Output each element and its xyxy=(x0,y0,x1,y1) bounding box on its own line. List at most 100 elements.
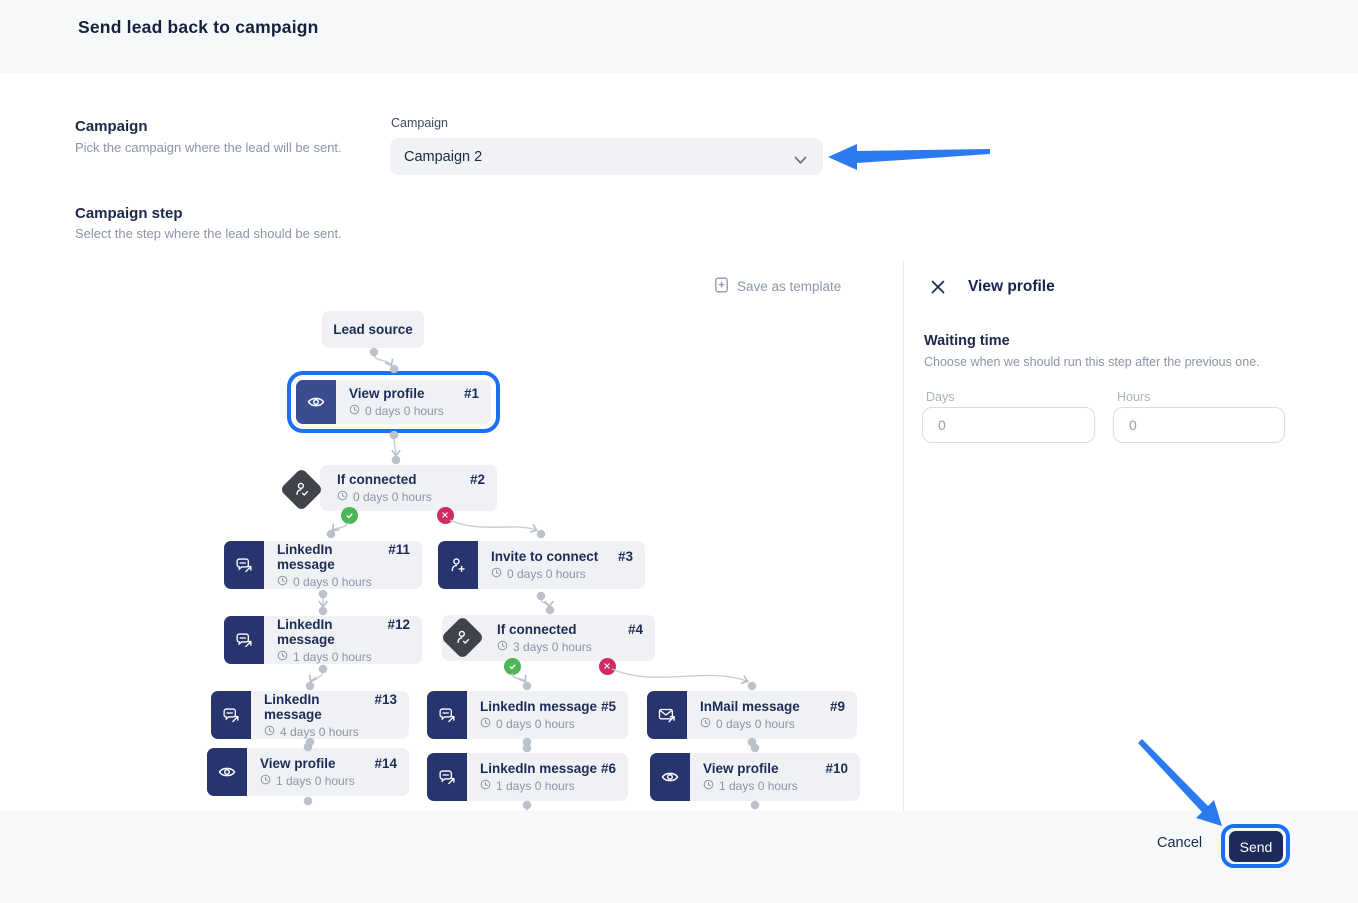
node-title: Invite to connect xyxy=(491,549,598,564)
node-title: LinkedIn message xyxy=(480,699,597,714)
node-wait-time: 0 days 0 hours xyxy=(480,717,616,731)
message-icon xyxy=(224,541,264,589)
days-label: Days xyxy=(926,390,954,404)
eye-icon xyxy=(296,380,336,424)
hours-input[interactable] xyxy=(1113,407,1285,443)
cancel-button[interactable]: Cancel xyxy=(1157,835,1202,851)
node-title: LinkedIn message xyxy=(264,692,374,722)
node-title: If connected xyxy=(337,472,417,487)
node-wait-time: 1 days 0 hours xyxy=(260,774,397,788)
save-as-template-label: Save as template xyxy=(737,279,841,294)
campaign-section-title: Campaign xyxy=(75,118,148,135)
clock-icon xyxy=(277,575,288,589)
campaign-step-section-title: Campaign step xyxy=(75,205,183,222)
node-title: View profile xyxy=(260,756,336,771)
node-wait-time: 0 days 0 hours xyxy=(349,404,479,418)
message-icon xyxy=(427,753,467,801)
clock-icon xyxy=(497,640,508,654)
clock-icon xyxy=(349,404,360,418)
chevron-down-icon xyxy=(794,152,807,170)
node-wait-time: 0 days 0 hours xyxy=(277,575,410,589)
node-title: If connected xyxy=(497,622,577,637)
node-number: #13 xyxy=(374,692,397,707)
waiting-time-title: Waiting time xyxy=(924,333,1010,349)
inmail-icon xyxy=(647,691,687,739)
node-wait-time: 0 days 0 hours xyxy=(337,490,485,504)
campaign-dropdown-value: Campaign 2 xyxy=(404,149,482,165)
node-number: #9 xyxy=(830,699,845,714)
node-title: LinkedIn message xyxy=(277,542,388,572)
node-number: #10 xyxy=(825,761,848,776)
branch-no-icon xyxy=(599,658,616,675)
node-title: Lead source xyxy=(333,322,413,337)
step-node-step-6[interactable]: LinkedIn message #6 1 days 0 hours xyxy=(427,753,628,801)
close-icon[interactable] xyxy=(929,279,947,297)
step-node-step-11[interactable]: LinkedIn message #11 0 days 0 hours xyxy=(224,541,422,589)
node-number: #12 xyxy=(387,617,410,632)
step-node-step-2[interactable]: If connected #2 0 days 0 hours xyxy=(320,465,497,511)
node-wait-time: 1 days 0 hours xyxy=(480,779,616,793)
hours-label: Hours xyxy=(1117,390,1150,404)
send-button[interactable]: Send xyxy=(1229,831,1283,862)
step-node-lead-source[interactable]: Lead source xyxy=(322,311,424,348)
step-node-step-3[interactable]: Invite to connect #3 0 days 0 hours xyxy=(438,541,645,589)
send-lead-back-dialog: Send lead back to campaign Campaign Pick… xyxy=(0,0,1358,903)
clock-icon xyxy=(703,779,714,793)
node-wait-time: 0 days 0 hours xyxy=(700,717,845,731)
node-wait-time: 3 days 0 hours xyxy=(497,640,643,654)
node-wait-time: 1 days 0 hours xyxy=(703,779,848,793)
message-icon xyxy=(211,691,251,739)
dialog-header: Send lead back to campaign xyxy=(0,0,1358,73)
node-title: LinkedIn message xyxy=(480,761,597,776)
node-title: InMail message xyxy=(700,699,800,714)
node-number: #11 xyxy=(388,542,410,557)
campaign-field-label: Campaign xyxy=(391,116,448,130)
clock-icon xyxy=(480,717,491,731)
node-number: #6 xyxy=(601,761,616,776)
step-node-step-1[interactable]: View profile #1 0 days 0 hours xyxy=(296,380,491,424)
clock-icon xyxy=(700,717,711,731)
clock-icon xyxy=(480,779,491,793)
condition-diamond-step-2 xyxy=(279,467,323,511)
save-as-template-button[interactable]: Save as template xyxy=(714,277,841,296)
eye-icon xyxy=(650,753,690,801)
node-number: #2 xyxy=(470,472,485,487)
node-wait-time: 1 days 0 hours xyxy=(277,650,410,664)
step-node-step-9[interactable]: InMail message #9 0 days 0 hours xyxy=(647,691,857,739)
clock-icon xyxy=(264,725,275,739)
step-node-step-10[interactable]: View profile #10 1 days 0 hours xyxy=(650,753,860,801)
node-wait-time: 0 days 0 hours xyxy=(491,567,633,581)
branch-no-icon xyxy=(437,507,454,524)
eye-icon xyxy=(207,748,247,796)
step-panel-title: View profile xyxy=(968,278,1055,296)
branch-yes-icon xyxy=(504,658,521,675)
step-node-step-14[interactable]: View profile #14 1 days 0 hours xyxy=(207,748,409,796)
dialog-footer xyxy=(0,811,1358,903)
clock-icon xyxy=(277,650,288,664)
node-wait-time: 4 days 0 hours xyxy=(264,725,397,739)
clock-icon xyxy=(337,490,348,504)
node-number: #1 xyxy=(464,386,479,401)
branch-yes-icon xyxy=(341,507,358,524)
node-title: LinkedIn message xyxy=(277,617,387,647)
waiting-time-description: Choose when we should run this step afte… xyxy=(924,355,1260,369)
file-plus-icon xyxy=(714,277,729,296)
clock-icon xyxy=(491,567,502,581)
node-number: #5 xyxy=(601,699,616,714)
node-title: View profile xyxy=(703,761,779,776)
node-number: #14 xyxy=(374,756,397,771)
node-number: #4 xyxy=(628,622,643,637)
page-title: Send lead back to campaign xyxy=(78,17,319,38)
campaign-step-section-description: Select the step where the lead should be… xyxy=(75,226,342,241)
campaign-section-description: Pick the campaign where the lead will be… xyxy=(75,140,342,155)
node-title: View profile xyxy=(349,386,425,401)
step-node-step-13[interactable]: LinkedIn message #13 4 days 0 hours xyxy=(211,691,409,739)
annotation-arrow-campaign-dropdown xyxy=(828,144,990,170)
step-node-step-5[interactable]: LinkedIn message #5 0 days 0 hours xyxy=(427,691,628,739)
message-icon xyxy=(224,616,264,664)
invite-icon xyxy=(438,541,478,589)
panel-divider xyxy=(903,260,904,811)
step-node-step-12[interactable]: LinkedIn message #12 1 days 0 hours xyxy=(224,616,422,664)
campaign-dropdown[interactable]: Campaign 2 xyxy=(390,138,823,175)
days-input[interactable] xyxy=(922,407,1095,443)
